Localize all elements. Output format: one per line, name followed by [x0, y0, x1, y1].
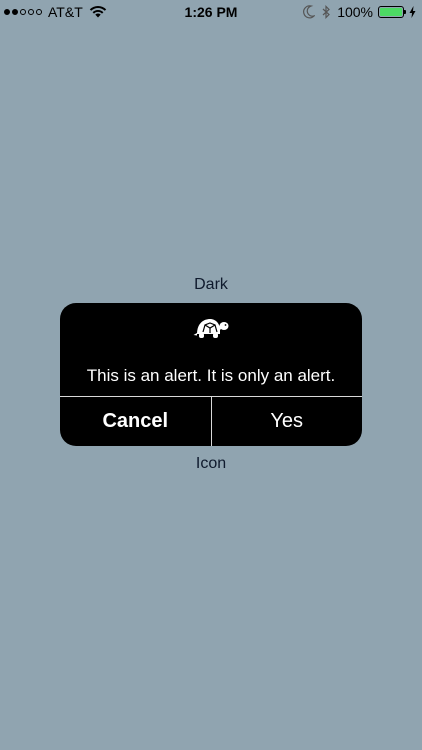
alert-dialog: This is an alert. It is only an alert. C… — [60, 303, 362, 446]
battery-fill — [380, 8, 402, 16]
label-dark: Dark — [194, 276, 228, 293]
bluetooth-icon — [322, 5, 331, 19]
moon-icon — [303, 5, 316, 19]
charging-bolt-icon — [409, 6, 416, 18]
cancel-button[interactable]: Cancel — [60, 397, 211, 446]
status-bar: AT&T 1:26 PM 100% — [0, 0, 422, 24]
battery-percent: 100% — [337, 4, 373, 20]
alert-message: This is an alert. It is only an alert. — [86, 366, 336, 385]
status-right: 100% — [303, 4, 416, 20]
alert-buttons: Cancel Yes — [60, 397, 362, 446]
yes-button[interactable]: Yes — [212, 397, 363, 446]
battery-icon — [378, 6, 406, 18]
label-icon: Icon — [195, 455, 227, 472]
turtle-icon — [193, 319, 229, 338]
